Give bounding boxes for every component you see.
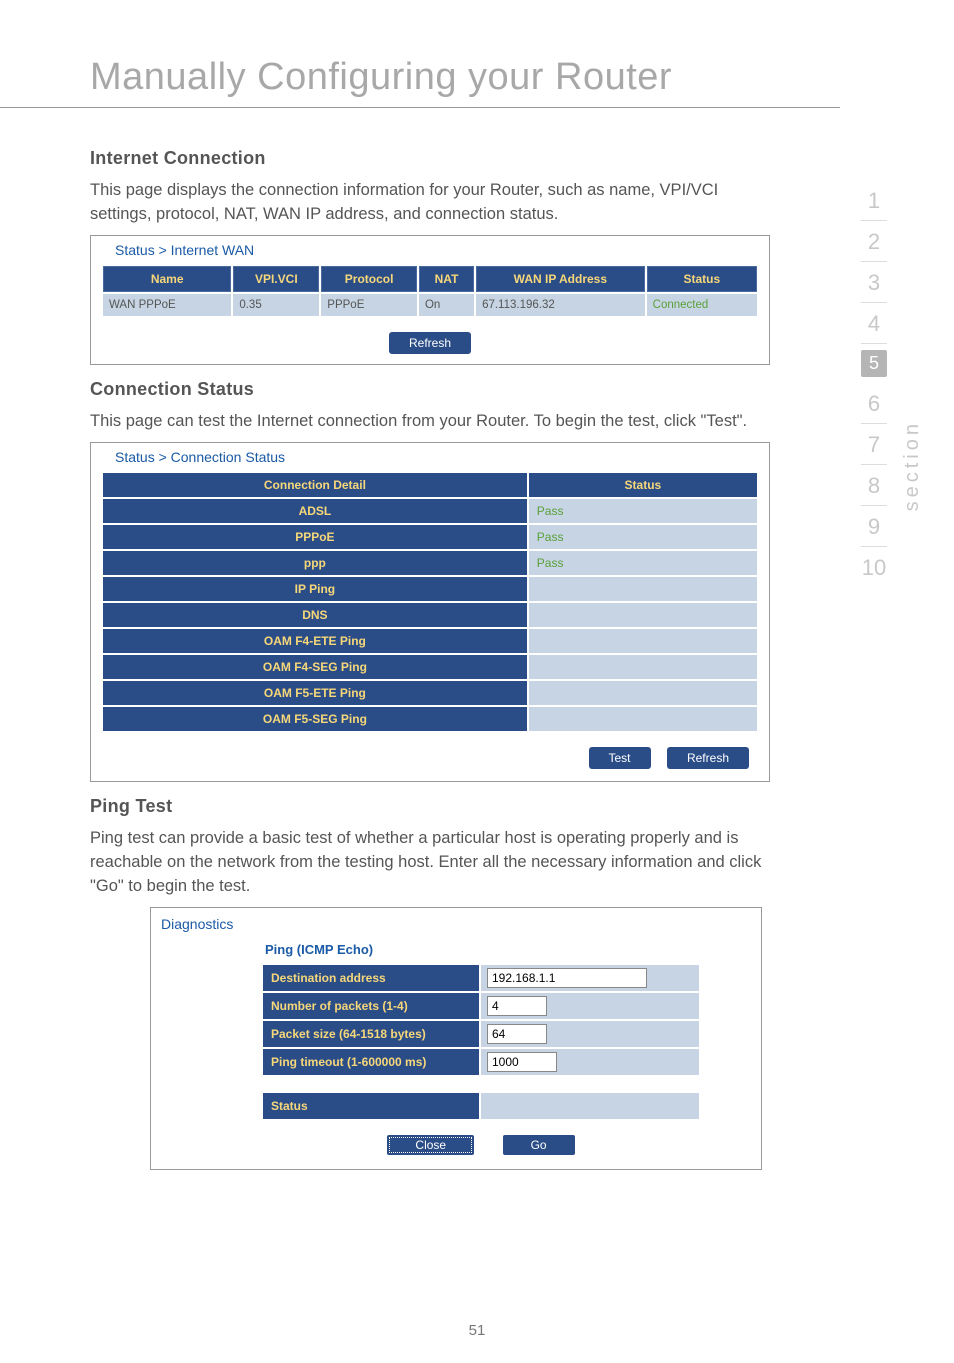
nav-5-active[interactable]: 5 [861, 350, 887, 377]
input-dest-address[interactable] [487, 968, 647, 988]
cs-val-ipping [529, 577, 757, 601]
section-label-vertical: section [901, 420, 924, 511]
wan-header-protocol: Protocol [321, 266, 417, 292]
cs-val-oam-f4-ete [529, 629, 757, 653]
wan-cell-status: Connected [647, 294, 757, 316]
cs-row-dns: DNS [103, 603, 527, 627]
wan-table: Name VPI.VCI Protocol NAT WAN IP Address… [101, 264, 759, 318]
ping-form-table: Destination address Number of packets (1… [261, 963, 701, 1077]
nav-8[interactable]: 8 [861, 465, 887, 506]
body-ping-test: Ping test can provide a basic test of wh… [90, 827, 770, 899]
input-num-packets[interactable] [487, 996, 547, 1016]
cs-row-pppoe: PPPoE [103, 525, 527, 549]
screenshot-title-connection-status: Status > Connection Status [91, 443, 769, 471]
input-ping-timeout[interactable] [487, 1052, 557, 1072]
go-button[interactable]: Go [503, 1135, 575, 1155]
side-section-nav: 1 2 3 4 5 6 7 8 9 10 [854, 180, 894, 587]
label-ping-status: Status [263, 1093, 479, 1119]
label-dest-address: Destination address [263, 965, 479, 991]
screenshot-internet-wan: Status > Internet WAN Name VPI.VCI Proto… [90, 235, 770, 365]
label-packet-size: Packet size (64-1518 bytes) [263, 1021, 479, 1047]
page-title: Manually Configuring your Router [0, 0, 840, 108]
wan-cell-nat: On [419, 294, 474, 316]
cs-val-ppp: Pass [529, 551, 757, 575]
wan-cell-vpivci: 0.35 [233, 294, 319, 316]
label-ping-timeout: Ping timeout (1-600000 ms) [263, 1049, 479, 1075]
heading-ping-test: Ping Test [90, 796, 770, 817]
value-ping-status [481, 1093, 699, 1119]
heading-connection-status: Connection Status [90, 379, 770, 400]
nav-10[interactable]: 10 [861, 547, 887, 587]
body-internet-connection: This page displays the connection inform… [90, 179, 770, 227]
cs-val-oam-f5-ete [529, 681, 757, 705]
refresh-button[interactable]: Refresh [389, 332, 471, 354]
nav-4[interactable]: 4 [861, 303, 887, 344]
screenshot-title-internet-wan: Status > Internet WAN [91, 236, 769, 264]
ping-subhead: Ping (ICMP Echo) [261, 942, 751, 963]
input-packet-size[interactable] [487, 1024, 547, 1044]
cs-row-ppp: ppp [103, 551, 527, 575]
cs-header-status: Status [529, 473, 757, 497]
connection-status-table: Connection Detail Status ADSLPass PPPoEP… [101, 471, 759, 733]
page-number: 51 [0, 1322, 954, 1339]
cs-row-oam-f4-seg: OAM F4-SEG Ping [103, 655, 527, 679]
cs-header-detail: Connection Detail [103, 473, 527, 497]
screenshot-connection-status: Status > Connection Status Connection De… [90, 442, 770, 782]
nav-3[interactable]: 3 [861, 262, 887, 303]
nav-7[interactable]: 7 [861, 424, 887, 465]
refresh-button-cs[interactable]: Refresh [667, 747, 749, 769]
wan-header-status: Status [647, 266, 757, 292]
cs-row-ipping: IP Ping [103, 577, 527, 601]
cs-val-dns [529, 603, 757, 627]
wan-header-nat: NAT [419, 266, 474, 292]
cs-row-adsl: ADSL [103, 499, 527, 523]
wan-cell-protocol: PPPoE [321, 294, 417, 316]
test-button[interactable]: Test [589, 747, 651, 769]
cs-val-pppoe: Pass [529, 525, 757, 549]
close-button[interactable]: Close [387, 1135, 474, 1155]
nav-1[interactable]: 1 [861, 180, 887, 221]
screenshot-diagnostics: Diagnostics Ping (ICMP Echo) Destination… [150, 907, 762, 1170]
wan-header-ip: WAN IP Address [476, 266, 645, 292]
nav-9[interactable]: 9 [861, 506, 887, 547]
wan-header-name: Name [103, 266, 231, 292]
wan-cell-name: WAN PPPoE [103, 294, 231, 316]
wan-header-vpivci: VPI.VCI [233, 266, 319, 292]
ping-status-row: Status [261, 1091, 701, 1121]
body-connection-status: This page can test the Internet connecti… [90, 410, 770, 434]
cs-val-oam-f4-seg [529, 655, 757, 679]
nav-6[interactable]: 6 [861, 383, 887, 424]
nav-2[interactable]: 2 [861, 221, 887, 262]
cs-val-oam-f5-seg [529, 707, 757, 731]
wan-cell-ip: 67.113.196.32 [476, 294, 645, 316]
cs-row-oam-f5-ete: OAM F5-ETE Ping [103, 681, 527, 705]
cs-row-oam-f4-ete: OAM F4-ETE Ping [103, 629, 527, 653]
cs-val-adsl: Pass [529, 499, 757, 523]
label-num-packets: Number of packets (1-4) [263, 993, 479, 1019]
cs-row-oam-f5-seg: OAM F5-SEG Ping [103, 707, 527, 731]
heading-internet-connection: Internet Connection [90, 148, 770, 169]
wan-row: WAN PPPoE 0.35 PPPoE On 67.113.196.32 Co… [103, 294, 757, 316]
diagnostics-title: Diagnostics [161, 914, 751, 942]
